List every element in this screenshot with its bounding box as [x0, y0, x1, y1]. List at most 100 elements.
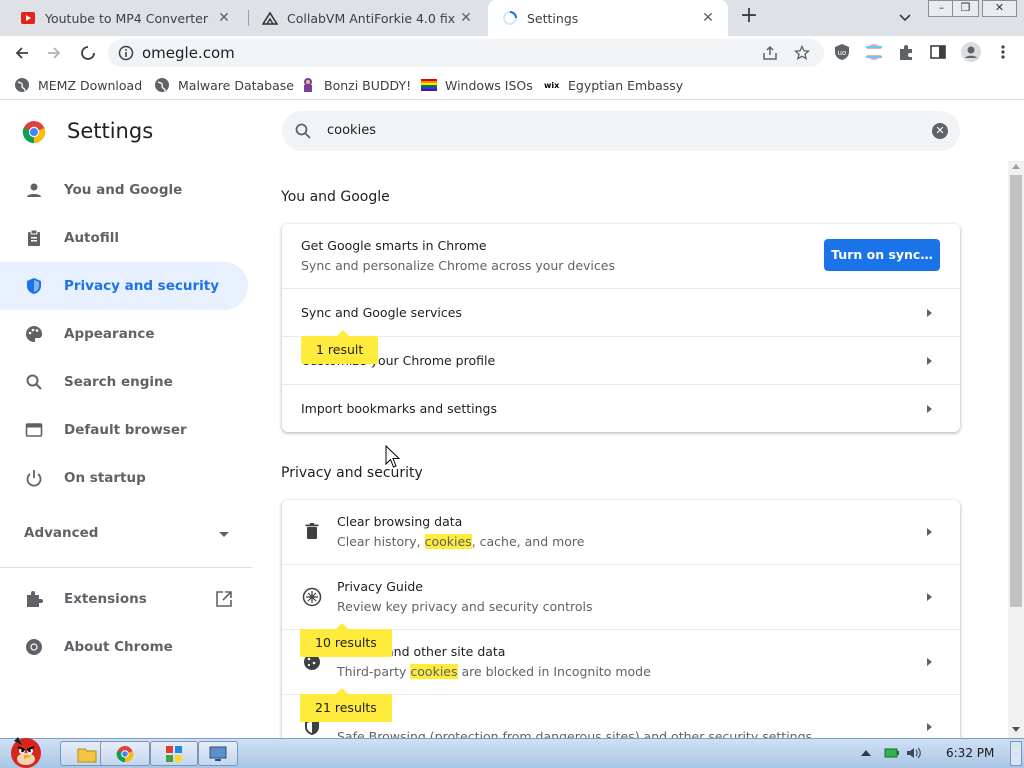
sidebar-item-privacy-and-security[interactable]: Privacy and security [0, 262, 248, 310]
clear-browsing-data-title: Clear browsing data [337, 514, 463, 529]
rainbow-flag-icon [421, 77, 437, 93]
clear-search-icon[interactable]: ✕ [932, 123, 948, 139]
extensions-puzzle-icon[interactable] [897, 43, 915, 61]
svg-text:wix: wix [544, 81, 560, 90]
bookmark-bonzi-buddy[interactable]: Bonzi BUDDY! [300, 76, 411, 94]
arrow-right-icon [927, 723, 932, 731]
trash-icon [302, 521, 322, 541]
sidebar-divider [0, 567, 252, 568]
close-window-button[interactable]: ✕ [982, 0, 1017, 17]
scrollbar-thumb[interactable] [1010, 175, 1022, 607]
bookmark-memz-download[interactable]: MEMZ Download [14, 76, 142, 94]
taskbar-media-button[interactable] [150, 741, 198, 766]
back-arrow-icon [15, 47, 28, 59]
sidebar-item-appearance[interactable]: Appearance [0, 310, 248, 358]
new-tab-button[interactable]: + [738, 5, 760, 28]
settings-title: Settings [67, 119, 154, 143]
subtitle-text: , cache, and more [471, 534, 585, 549]
scroll-up-arrow-icon[interactable] [1012, 164, 1020, 169]
browser-window-icon [24, 420, 44, 440]
profile-avatar-icon[interactable] [961, 42, 981, 62]
search-input-value[interactable]: cookies [327, 123, 376, 138]
show-hidden-icons-icon[interactable] [861, 750, 871, 756]
back-button[interactable] [10, 41, 34, 65]
minimize-button[interactable]: – [928, 0, 955, 17]
site-info-icon[interactable] [118, 45, 134, 61]
bookmark-malware-database[interactable]: Malware Database [154, 76, 294, 94]
sidebar-item-label: Default browser [64, 422, 187, 438]
clipboard-icon [24, 228, 44, 248]
row-label: Sync and Google services [301, 305, 462, 320]
extension-flag-icon[interactable] [865, 43, 883, 61]
taskbar-remote-desktop-button[interactable] [198, 741, 238, 766]
sidebar-item-default-browser[interactable]: Default browser [0, 406, 248, 454]
search-highlight: cookies [410, 664, 458, 679]
customize-profile-row[interactable]: Customize your Chrome profile [282, 336, 960, 384]
arrow-right-icon [927, 405, 932, 413]
forward-button[interactable] [42, 41, 66, 65]
bookmark-windows-isos[interactable]: Windows ISOs [421, 76, 533, 94]
arrow-right-icon [927, 593, 932, 601]
bookmark-label: MEMZ Download [38, 77, 143, 93]
collabvm-icon [261, 10, 279, 26]
turn-on-sync-button[interactable]: Turn on sync… [824, 239, 940, 271]
sidebar-item-search-engine[interactable]: Search engine [0, 358, 248, 406]
volume-icon[interactable] [906, 746, 922, 760]
sidebar-advanced-toggle[interactable]: Advanced [24, 525, 98, 541]
sync-promo-subtitle: Sync and personalize Chrome across your … [301, 258, 615, 273]
tab-search-chevron-icon[interactable] [896, 8, 914, 26]
privacy-guide-row[interactable]: Privacy Guide Review key privacy and sec… [282, 564, 960, 629]
side-panel-icon[interactable] [929, 43, 947, 61]
sidebar-item-you-and-google[interactable]: You and Google [0, 166, 248, 214]
media-player-icon [166, 745, 182, 762]
bookmark-egyptian-embassy[interactable]: wix Egyptian Embassy [544, 76, 683, 94]
you-and-google-card: Get Google smarts in Chrome Sync and per… [282, 224, 960, 432]
settings-search-field[interactable]: cookies ✕ [282, 111, 960, 151]
sidebar-item-on-startup[interactable]: On startup [0, 454, 248, 502]
chrome-outline-icon [24, 637, 44, 657]
sidebar-item-extensions[interactable]: Extensions [0, 575, 248, 623]
sidebar-item-autofill[interactable]: Autofill [0, 214, 248, 262]
address-bar[interactable]: omegle.com [108, 39, 824, 67]
tab-title: Youtube to MP4 Converter | YT [45, 10, 213, 26]
close-tab-icon[interactable]: ✕ [216, 10, 232, 26]
clear-browsing-data-subtitle: Clear history, cookies, cache, and more [337, 534, 584, 549]
close-tab-icon[interactable]: ✕ [700, 10, 716, 26]
search-result-bubble: 1 result [301, 330, 379, 364]
stop-loading-button[interactable] [76, 41, 100, 65]
sync-services-row[interactable]: Sync and Google services [282, 288, 960, 336]
row-label: Import bookmarks and settings [301, 401, 497, 416]
close-tab-icon[interactable]: ✕ [458, 10, 474, 26]
share-icon[interactable] [762, 45, 778, 61]
more-menu-icon[interactable] [994, 43, 1012, 61]
battery-icon[interactable] [884, 746, 900, 760]
bookmark-star-icon[interactable] [793, 44, 811, 61]
globe-icon [154, 77, 170, 93]
puzzle-icon [24, 589, 44, 609]
tab-settings[interactable]: Settings ✕ [488, 0, 728, 36]
import-bookmarks-row[interactable]: Import bookmarks and settings [282, 384, 960, 432]
scroll-down-arrow-icon[interactable] [1012, 727, 1020, 732]
external-link-icon[interactable] [215, 590, 233, 612]
restore-button[interactable]: ❐ [952, 0, 979, 17]
sidebar-item-label: You and Google [64, 182, 183, 198]
tab-collabvm[interactable]: CollabVM AntiForkie 4.0 fix.bat ✕ [248, 0, 486, 36]
globe-icon [14, 77, 30, 93]
loading-icon [81, 46, 95, 60]
start-button-angry-bird-icon[interactable] [4, 731, 48, 768]
show-desktop-button[interactable] [1010, 741, 1022, 766]
ublock-icon[interactable]: uo [833, 43, 851, 61]
caret-down-icon[interactable] [219, 532, 229, 537]
subtitle-text: are blocked in Incognito mode [457, 664, 651, 679]
taskbar-clock[interactable]: 6:32 PM [946, 746, 994, 760]
clear-browsing-data-row[interactable]: Clear browsing data Clear history, cooki… [282, 500, 960, 564]
subtitle-text: Clear history, [337, 534, 425, 549]
sidebar-item-about-chrome[interactable]: About Chrome [0, 623, 248, 671]
wix-icon: wix [544, 77, 560, 93]
section-heading-privacy-and-security: Privacy and security [281, 465, 423, 481]
tab-youtube-converter[interactable]: Youtube to MP4 Converter | YT ✕ [6, 0, 244, 36]
svg-text:uo: uo [838, 49, 847, 57]
bookmarks-bar: MEMZ Download Malware Database Bonzi BUD… [0, 70, 1024, 100]
browser-toolbar: omegle.com uo [0, 36, 1024, 70]
taskbar-chrome-button[interactable] [100, 741, 150, 766]
